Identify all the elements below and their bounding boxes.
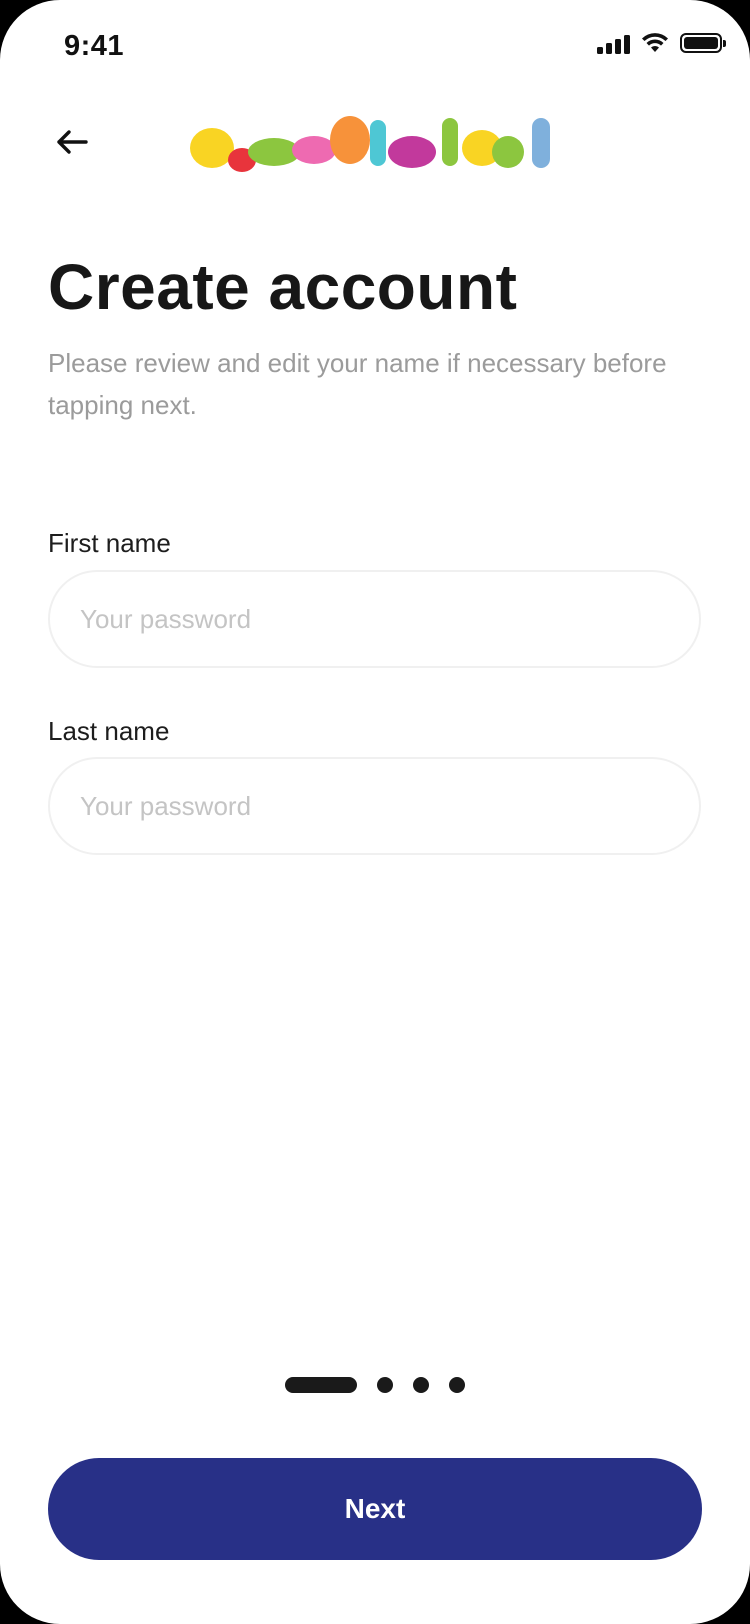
step-indicator-active [285, 1377, 357, 1393]
arrow-left-icon [57, 130, 88, 154]
status-bar-icons [597, 32, 726, 54]
step-indicator-dot [413, 1377, 429, 1393]
logo-blob [492, 136, 524, 168]
next-button[interactable]: Next [48, 1458, 702, 1560]
logo-blob [388, 136, 436, 168]
logo-blob [532, 118, 550, 168]
logo-blob [370, 120, 386, 166]
last-name-field[interactable] [48, 757, 701, 855]
first-name-field[interactable] [48, 570, 701, 668]
battery-icon [680, 33, 726, 53]
app-logo [190, 116, 550, 172]
app-screen: 9:41 Create account Please review and ed… [0, 0, 750, 1624]
logo-blob [442, 118, 458, 166]
logo-blob [330, 116, 370, 164]
logo-blob [292, 136, 336, 164]
status-bar-time: 9:41 [64, 30, 125, 62]
wifi-icon [642, 33, 668, 52]
first-name-label: First name [48, 528, 171, 558]
step-indicator [285, 1377, 465, 1393]
page-title: Create account [48, 251, 518, 323]
step-indicator-dot [449, 1377, 465, 1393]
step-indicator-dot [377, 1377, 393, 1393]
back-button[interactable] [48, 118, 96, 166]
page-subtitle: Please review and edit your name if nece… [48, 348, 667, 420]
cellular-signal-icon [597, 32, 630, 54]
logo-blob [248, 138, 300, 166]
last-name-label: Last name [48, 716, 170, 746]
logo-blob [190, 128, 234, 168]
